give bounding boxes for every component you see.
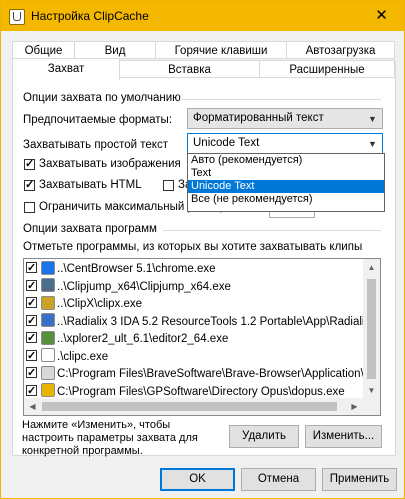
brave-icon [41, 365, 55, 380]
tab-advanced[interactable]: Расширенные [259, 60, 395, 78]
tab-hotkeys[interactable]: Горячие клавиши [155, 41, 287, 59]
program-checkbox[interactable] [26, 383, 37, 400]
clipjump-icon [41, 278, 55, 293]
list-item[interactable]: C:\Program Files\BraveSoftware\Brave-Bro… [26, 365, 380, 383]
list-item[interactable]: ..\ClipX\clipx.exe [26, 295, 366, 313]
program-checkbox[interactable] [26, 365, 37, 382]
plain-text-dropdown-list: Авто (рекомендуется) Text Unicode Text Все … [187, 153, 385, 212]
clipc-icon [41, 348, 55, 363]
program-checkbox[interactable] [26, 278, 37, 295]
list-item[interactable]: ..\xplorer2_ult_6.1\editor2_64.exe [26, 330, 366, 348]
vertical-scroll-thumb[interactable] [367, 279, 376, 379]
chevron-down-icon: ▼ [368, 139, 377, 149]
apply-button[interactable]: Применить [322, 468, 397, 491]
horizontal-scrollbar[interactable]: ◀ ▶ [24, 398, 363, 415]
programs-section-label: Опции захвата программ [23, 223, 157, 235]
program-checkbox[interactable] [26, 260, 37, 277]
dopus-icon [41, 383, 55, 398]
edit-note: Нажмите «Изменить», чтобы настроить пара… [22, 419, 198, 457]
list-item[interactable]: ..\Radialix 3 IDA 5.2 ResourceTools 1.2 … [26, 313, 377, 331]
tab-view[interactable]: Вид [74, 41, 156, 59]
close-icon[interactable]: ✕ [359, 1, 404, 31]
centbrowser-icon [41, 260, 55, 275]
program-path: C:\Program Files\BraveSoftware\Brave-Bro… [57, 368, 381, 380]
tab-capture[interactable]: Захват [12, 58, 120, 80]
section-divider [163, 230, 381, 231]
scroll-down-icon[interactable]: ▼ [363, 382, 380, 399]
title-bar[interactable]: Настройка ClipCache ✕ [1, 1, 404, 31]
settings-window: Настройка ClipCache ✕ Общие Вид Горячие … [0, 0, 405, 499]
scroll-left-icon[interactable]: ◀ [24, 398, 41, 415]
list-item[interactable]: ..\CentBrowser 5.1\chrome.exe [26, 260, 366, 278]
ok-button[interactable]: OK [160, 468, 235, 491]
defaults-section-label: Опции захвата по умолчанию [23, 92, 181, 104]
dropdown-option[interactable]: Авто (рекомендуется) [188, 154, 384, 167]
plain-text-value: Unicode Text [193, 137, 260, 149]
cancel-button[interactable]: Отмена [241, 468, 316, 491]
capture-html-label: Захватывать HTML [39, 179, 142, 191]
vertical-scrollbar[interactable]: ▲ ▼ [363, 259, 380, 399]
horizontal-scroll-thumb[interactable] [42, 402, 337, 411]
tab-paste[interactable]: Вставка [119, 60, 260, 78]
window-title: Настройка ClipCache [31, 9, 149, 23]
list-item[interactable]: ..\Clipjump_x64\Clipjump_x64.exe [26, 278, 366, 296]
preferred-formats-label: Предпочитаемые форматы: [23, 114, 173, 126]
program-path: ..\Radialix 3 IDA 5.2 ResourceTools 1.2 … [57, 315, 378, 328]
scroll-corner [363, 398, 380, 415]
section-divider [181, 99, 381, 100]
plain-text-label: Захватывать простой текст [23, 139, 168, 151]
list-item[interactable]: .\clipc.exe [26, 348, 366, 366]
radialix-icon [41, 313, 55, 328]
xplorer2-icon [41, 330, 55, 345]
program-checkbox[interactable] [26, 313, 37, 330]
dropdown-option[interactable]: Text [188, 167, 384, 180]
dropdown-option[interactable]: Все (не рекомендуется) [188, 193, 384, 206]
clipx-icon [41, 295, 55, 310]
app-icon [9, 9, 25, 25]
programs-hint: Отметьте программы, из которых вы хотите… [23, 241, 363, 253]
program-path: C:\Program Files\GPSoftware\Directory Op… [57, 385, 345, 398]
scroll-right-icon[interactable]: ▶ [346, 398, 363, 415]
program-path: ..\ClipX\clipx.exe [57, 298, 143, 310]
capture-images-label: Захватывать изображения [39, 158, 181, 170]
delete-button[interactable]: Удалить [229, 425, 299, 448]
chevron-down-icon: ▼ [368, 114, 377, 124]
program-path: ..\CentBrowser 5.1\chrome.exe [57, 263, 216, 275]
program-path: .\clipc.exe [57, 350, 109, 363]
program-checkbox[interactable] [26, 330, 37, 347]
dropdown-option[interactable]: Unicode Text [188, 180, 384, 193]
preferred-formats-value: Форматированный текст [193, 112, 324, 124]
capture-images-checkbox[interactable] [24, 157, 35, 170]
capture-extra-checkbox[interactable] [163, 180, 174, 191]
preferred-formats-select[interactable]: Форматированный текст ▼ [187, 108, 383, 129]
limit-size-checkbox[interactable] [24, 202, 35, 213]
program-path: ..\xplorer2_ult_6.1\editor2_64.exe [57, 333, 229, 345]
program-path: ..\Clipjump_x64\Clipjump_x64.exe [57, 280, 231, 293]
programs-list[interactable]: ..\CentBrowser 5.1\chrome.exe ..\Clipjump… [23, 258, 381, 416]
tab-general[interactable]: Общие [12, 41, 75, 59]
capture-html-checkbox[interactable] [24, 178, 35, 191]
program-checkbox[interactable] [26, 295, 37, 312]
tab-autostart[interactable]: Автозагрузка [286, 41, 395, 59]
program-checkbox[interactable] [26, 348, 37, 365]
plain-text-select[interactable]: Unicode Text ▼ [187, 133, 383, 154]
scroll-up-icon[interactable]: ▲ [363, 259, 380, 276]
edit-button[interactable]: Изменить... [305, 425, 382, 448]
